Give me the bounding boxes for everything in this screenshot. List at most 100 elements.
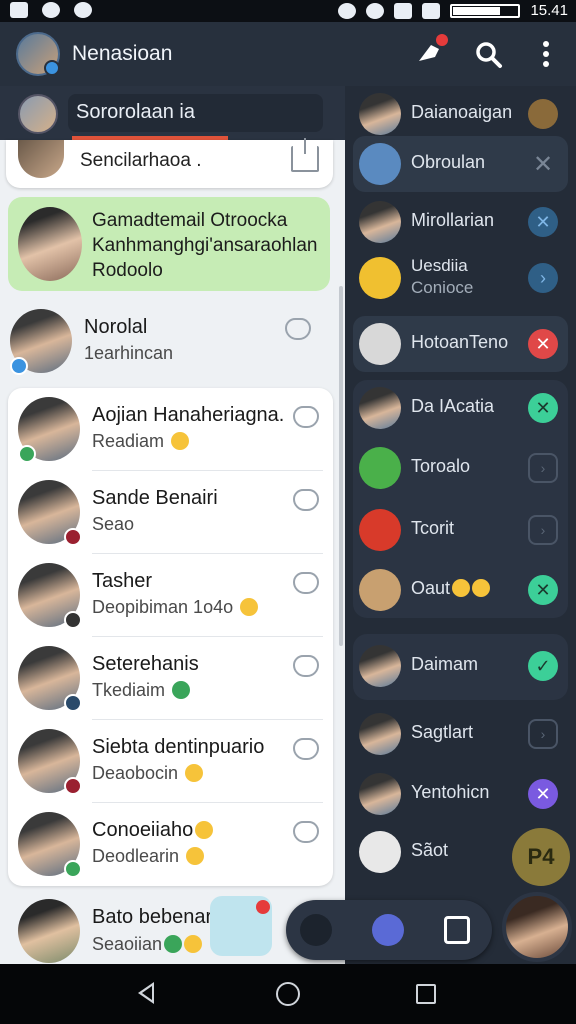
search-button[interactable] [472, 38, 504, 70]
chat-row[interactable]: Bato bebenar Seaoiian [8, 896, 333, 964]
status-time: 15.41 [530, 2, 568, 19]
emoji-icon [452, 579, 471, 597]
search-input[interactable]: Sororolaan ia [68, 94, 323, 132]
status-badge [10, 357, 28, 375]
emoji-icon [171, 432, 190, 450]
chat-preview: Readiam [92, 431, 190, 452]
like-icon[interactable] [293, 821, 319, 843]
search-avatar [18, 94, 58, 134]
contact-row[interactable]: Uesdiia Conioce › [353, 250, 568, 306]
contact-avatar-small [528, 99, 558, 129]
contact-row[interactable]: Yentohicn ✕ [353, 766, 568, 822]
navigation-bar [0, 964, 576, 1024]
like-icon[interactable] [293, 406, 319, 428]
share-icon[interactable] [291, 138, 319, 172]
close-icon[interactable]: ✕ [528, 207, 558, 237]
logo-icon[interactable] [372, 914, 404, 946]
status-icon[interactable]: › [528, 453, 558, 483]
contact-name: Daianoaigan [411, 102, 513, 122]
contact-name: Daimam [411, 654, 479, 674]
chat-row[interactable]: Sande Benairi Seao [8, 471, 333, 554]
recents-icon[interactable] [416, 984, 436, 1004]
contact-name: Mirollarian [411, 210, 495, 230]
chat-row[interactable]: Siebta dentinpuario Deaobocin [8, 720, 333, 803]
wifi-icon [394, 2, 413, 19]
close-icon[interactable]: ✕ [528, 393, 558, 423]
status-badge [64, 694, 82, 712]
contact-row[interactable]: Daianoaigan [353, 86, 568, 142]
avatar [18, 729, 82, 795]
notification-badge [436, 34, 448, 46]
contact-row[interactable]: Sagtlart › [353, 706, 568, 762]
contact-row[interactable]: Tcorit › [353, 502, 568, 558]
status-badge [64, 611, 82, 629]
contact-row[interactable]: Obroulan ✕ [353, 136, 568, 192]
back-icon[interactable] [136, 982, 154, 1004]
chat-name: Tasher [92, 570, 153, 592]
contact-row[interactable]: Mirollarian ✕ [353, 194, 568, 250]
like-icon[interactable] [293, 572, 319, 594]
avatar [18, 480, 82, 546]
contact-name: Da IAcatia [411, 396, 495, 416]
chat-preview: Seaoiian [92, 934, 203, 955]
document-icon[interactable] [444, 916, 470, 944]
scrollbar[interactable] [339, 286, 343, 646]
chat-preview: Tkediaim [92, 680, 191, 701]
contact-row[interactable]: Da IAcatia ✕ [353, 380, 568, 436]
moon-icon[interactable] [300, 914, 332, 946]
avatar [18, 646, 82, 712]
status-icon[interactable]: › [528, 515, 558, 545]
like-icon[interactable] [293, 489, 319, 511]
chat-row[interactable]: Seterehanis Tkediaim [8, 637, 333, 720]
chat-name: Aojian Hanaheriagna. [92, 404, 285, 426]
contact-row[interactable]: Oaut ✕ [353, 562, 568, 618]
emoji-icon [186, 847, 205, 865]
chat-row[interactable]: Tasher Deopibiman 1o4o [8, 554, 333, 637]
contact-name: Yentohicn [411, 782, 490, 802]
chat-preview: Seao [92, 514, 135, 534]
profile-avatar[interactable] [16, 32, 60, 76]
contact-row[interactable]: Toroalo › [353, 440, 568, 496]
contact-row[interactable]: Daimam ✓ [353, 638, 568, 694]
more-options-button[interactable] [530, 38, 562, 70]
contact-name: Tcorit [411, 518, 455, 538]
my-avatar[interactable] [502, 892, 572, 962]
chat-row[interactable]: Norolal 1earhincan [0, 300, 325, 383]
avatar [359, 831, 401, 873]
like-icon[interactable] [293, 655, 319, 677]
contact-sub: Conioce [411, 278, 474, 297]
chevron-right-icon[interactable]: › [528, 263, 558, 293]
home-icon[interactable] [276, 982, 300, 1006]
check-icon[interactable]: ✓ [528, 651, 558, 681]
gallery-icon [10, 2, 28, 18]
avatar [18, 563, 82, 629]
contact-name: Sagtlart [411, 722, 474, 742]
pinned-chat-line2: Kanhmanghgi'ansaraohlan [92, 235, 318, 256]
pinned-chat[interactable]: Gamadtemail Otroocka Kanhmanghgi'ansarao… [8, 197, 330, 291]
avatar [359, 713, 401, 755]
app-title: Nenasioan [72, 42, 173, 65]
heart-icon [42, 2, 60, 18]
like-icon[interactable] [293, 738, 319, 760]
close-icon[interactable]: ✕ [528, 149, 558, 179]
like-icon[interactable] [285, 318, 311, 340]
sticker-avatar[interactable] [210, 896, 272, 956]
chat-preview: Deodlearin [92, 846, 205, 867]
app-icon [74, 2, 92, 18]
alarm-icon [338, 2, 357, 19]
chat-name: Seterehanis [92, 653, 199, 675]
notification-button[interactable] [414, 34, 448, 70]
compose-card[interactable]: Sencilarhaoa . [6, 138, 333, 188]
compose-fab[interactable]: P4 [512, 828, 570, 886]
contact-row[interactable]: HotoanTeno ✕ [353, 316, 568, 372]
status-icon[interactable]: › [528, 719, 558, 749]
close-icon[interactable]: ✕ [528, 575, 558, 605]
chat-row[interactable]: Aojian Hanaheriagna. Readiam [8, 388, 333, 471]
compose-text: Sencilarhaoa . [80, 150, 202, 171]
contact-name: HotoanTeno [411, 332, 509, 352]
close-icon[interactable]: ✕ [528, 779, 558, 809]
chat-row[interactable]: Conoeiiaho Deodlearin [8, 803, 333, 886]
chat-name: Siebta dentinpuario [92, 736, 265, 758]
close-icon[interactable]: ✕ [528, 329, 558, 359]
avatar [359, 323, 401, 365]
